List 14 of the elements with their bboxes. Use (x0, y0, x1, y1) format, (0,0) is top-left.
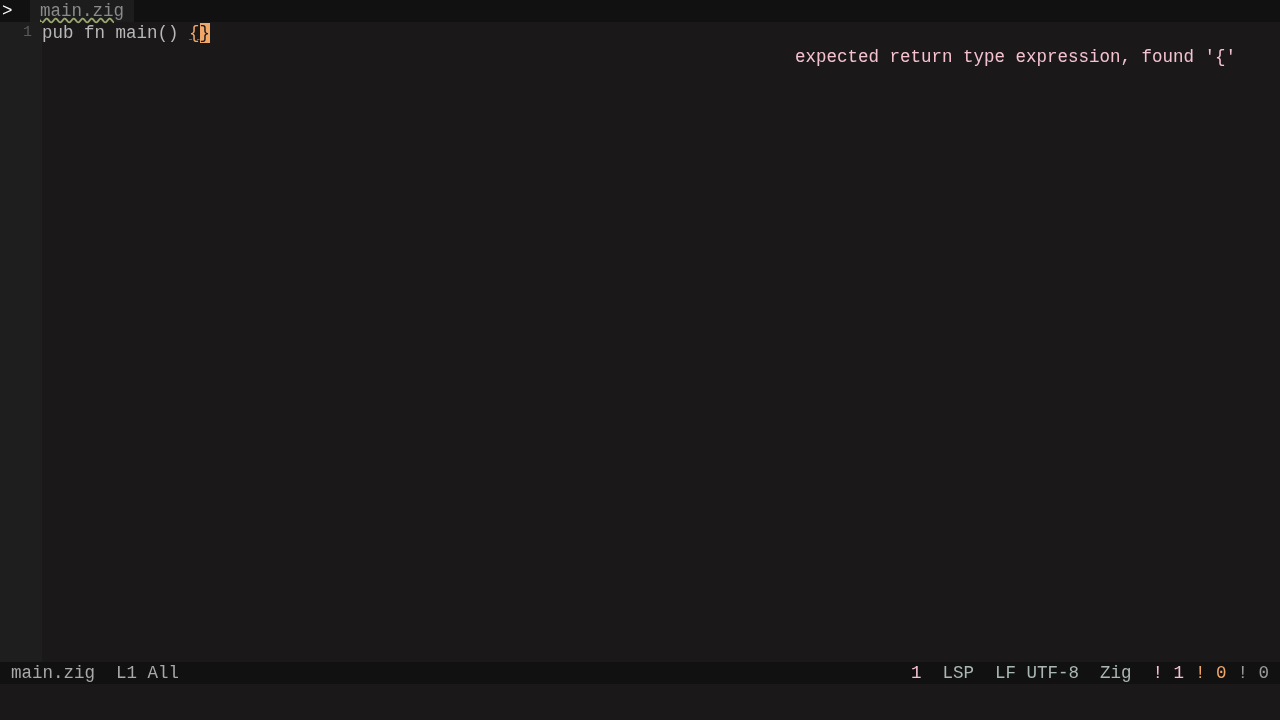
sidebar-toggle[interactable]: > (0, 0, 22, 22)
file-name: main.zig (11, 662, 95, 684)
diagnostic-count: ! 0 (1194, 662, 1227, 684)
status-item: LSP (942, 662, 974, 684)
status-item: 1 (910, 662, 922, 684)
diagnostic-count: ! 0 (1237, 662, 1269, 684)
file-tab[interactable]: main.zig (30, 0, 134, 22)
diagnostic-message: expected return type expression, found '{' (794, 46, 1236, 69)
status-item: LF UTF-8 (994, 662, 1079, 684)
status-item: Zig (1099, 662, 1132, 684)
code-line: pub fn main() {} (42, 22, 212, 44)
diagnostic-count: ! 1 (1152, 662, 1184, 684)
line-number: 1 (22, 23, 33, 43)
cursor-position: L1 All (116, 662, 180, 684)
